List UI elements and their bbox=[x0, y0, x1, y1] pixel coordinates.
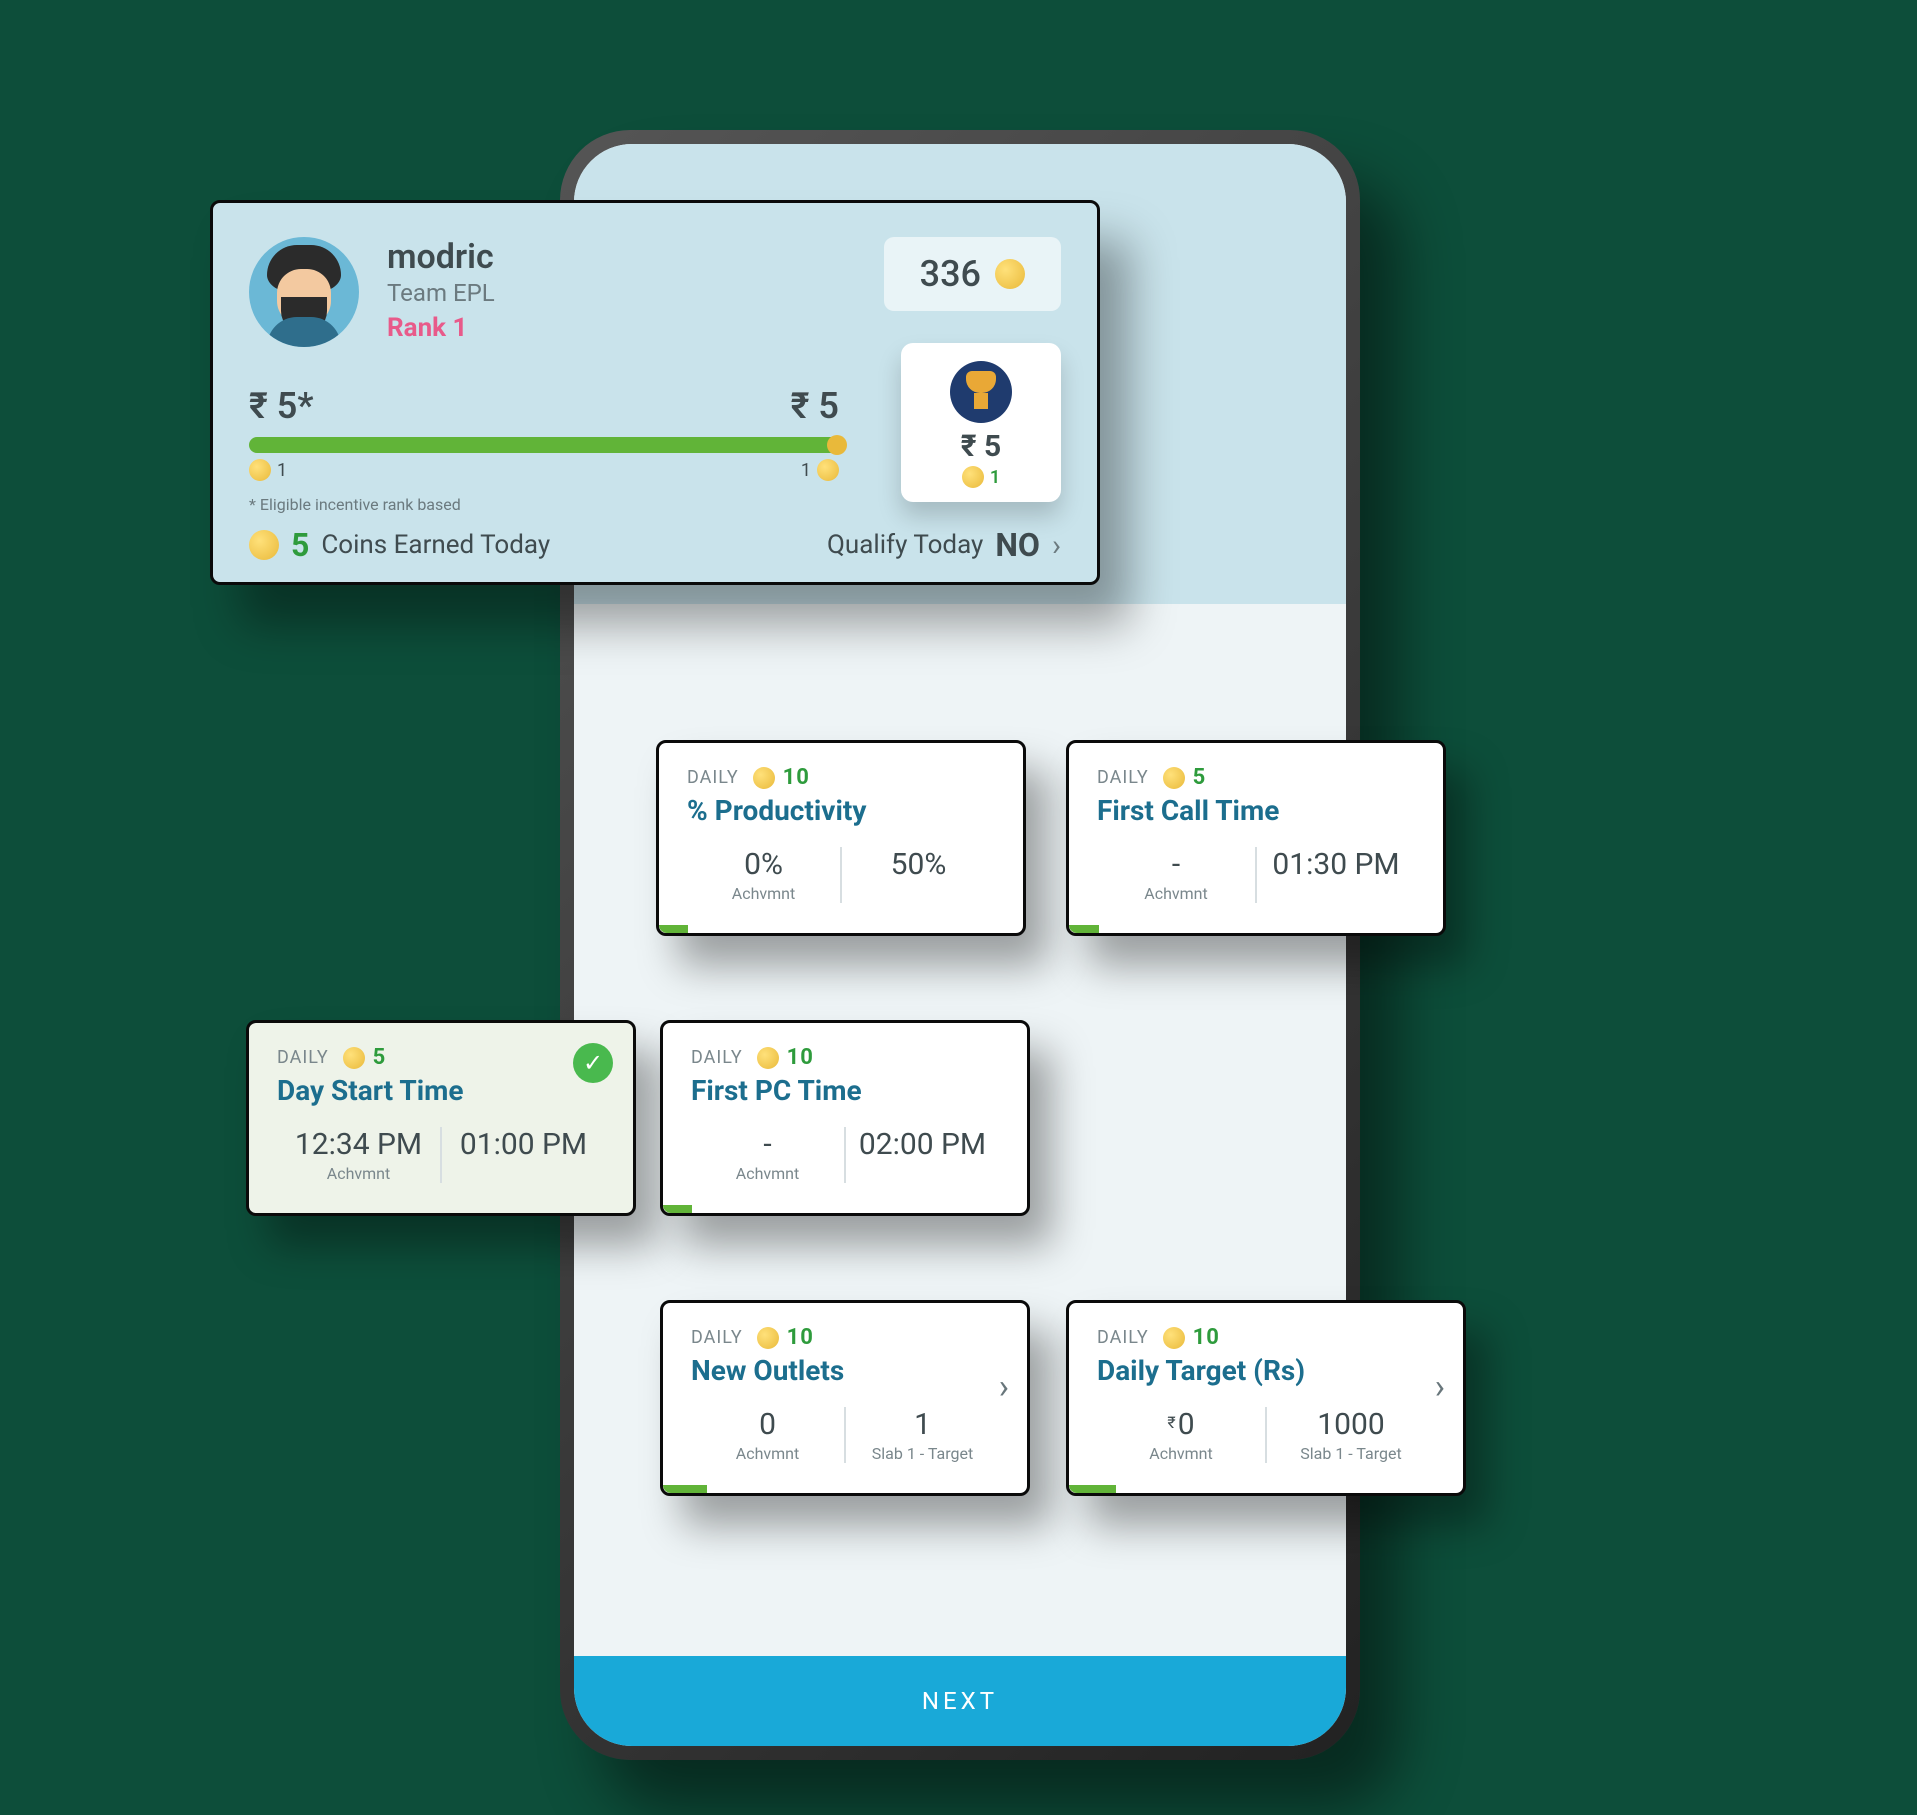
kpi-points: 10 bbox=[1193, 1325, 1220, 1350]
kpi-achvmnt-value: 0% bbox=[687, 847, 840, 882]
kpi-target-value: 02:00 PM bbox=[846, 1127, 999, 1162]
avatar bbox=[249, 237, 359, 347]
chevron-right-icon: › bbox=[1052, 528, 1061, 563]
user-name: modric bbox=[387, 237, 495, 277]
kpi-achvmnt-label: Achvmnt bbox=[1097, 1444, 1265, 1463]
kpi-achvmnt-value: ₹0 bbox=[1097, 1407, 1265, 1442]
kpi-frequency: DAILY bbox=[1097, 767, 1149, 788]
kpi-frequency: DAILY bbox=[691, 1327, 743, 1348]
qualify-today[interactable]: Qualify Today NO › bbox=[827, 526, 1061, 564]
kpi-frequency: DAILY bbox=[691, 1047, 743, 1068]
coin-icon bbox=[343, 1047, 365, 1069]
incentive-right: ₹ 5 bbox=[791, 385, 839, 427]
coins-earned-label: Coins Earned Today bbox=[321, 530, 550, 560]
kpi-progress bbox=[659, 925, 688, 933]
kpi-frequency: DAILY bbox=[1097, 1327, 1149, 1348]
coin-icon bbox=[962, 466, 984, 488]
kpi-target-value: 1 bbox=[846, 1407, 999, 1442]
bar-label-right: 1 bbox=[801, 460, 811, 481]
kpi-progress bbox=[663, 1485, 707, 1493]
summary-card: modric Team EPL Rank 1 336 ₹ 5 1 ₹ 5* ₹ … bbox=[210, 200, 1100, 585]
kpi-target-label: Slab 1 - Target bbox=[1267, 1444, 1435, 1463]
kpi-achvmnt-value: - bbox=[691, 1127, 844, 1162]
kpi-title: Day Start Time bbox=[277, 1074, 605, 1107]
coins-earned-value: 5 bbox=[291, 526, 309, 564]
incentive-left: ₹ 5* bbox=[249, 385, 314, 427]
kpi-progress bbox=[1069, 1485, 1116, 1493]
kpi-points: 5 bbox=[1193, 765, 1207, 790]
chevron-right-icon: › bbox=[999, 1367, 1009, 1407]
kpi-progress bbox=[663, 1205, 692, 1213]
kpi-first-pc-time[interactable]: DAILY 10 First PC Time - Achvmnt 02:00 PM bbox=[660, 1020, 1030, 1216]
trophy-card: ₹ 5 1 bbox=[901, 343, 1061, 502]
check-icon: ✓ bbox=[573, 1043, 613, 1083]
kpi-title: Daily Target (Rs) bbox=[1097, 1354, 1435, 1387]
coin-total-badge: 336 bbox=[884, 237, 1061, 311]
kpi-target-label: Slab 1 - Target bbox=[846, 1444, 999, 1463]
kpi-achvmnt-label: Achvmnt bbox=[277, 1164, 440, 1183]
kpi-frequency: DAILY bbox=[687, 767, 739, 788]
kpi-achvmnt-value: 0 bbox=[691, 1407, 844, 1442]
kpi-target-value: 01:00 PM bbox=[442, 1127, 605, 1162]
kpi-points: 5 bbox=[373, 1045, 387, 1070]
kpi-frequency: DAILY bbox=[277, 1047, 329, 1068]
incentive-progress-bar bbox=[249, 437, 839, 453]
kpi-progress bbox=[1069, 925, 1099, 933]
kpi-daily-target[interactable]: › DAILY 10 Daily Target (Rs) ₹0 Achvmnt 1… bbox=[1066, 1300, 1466, 1496]
coin-icon bbox=[249, 530, 279, 560]
bar-label-left: 1 bbox=[277, 460, 287, 481]
next-button[interactable]: NEXT bbox=[574, 1656, 1346, 1746]
kpi-achvmnt-label: Achvmnt bbox=[1097, 884, 1255, 903]
trophy-icon bbox=[950, 361, 1012, 423]
coin-icon bbox=[249, 459, 271, 481]
kpi-achvmnt-value: 12:34 PM bbox=[277, 1127, 440, 1162]
kpi-target-value: 01:30 PM bbox=[1257, 847, 1415, 882]
kpi-title: % Productivity bbox=[687, 794, 995, 827]
user-rank: Rank 1 bbox=[387, 313, 495, 343]
kpi-target-value: 1000 bbox=[1267, 1407, 1435, 1442]
kpi-achvmnt-label: Achvmnt bbox=[691, 1164, 844, 1183]
chevron-right-icon: › bbox=[1435, 1367, 1445, 1407]
kpi-achvmnt-value: - bbox=[1097, 847, 1255, 882]
user-team: Team EPL bbox=[387, 279, 495, 307]
coin-icon bbox=[1163, 1327, 1185, 1349]
kpi-points: 10 bbox=[787, 1325, 814, 1350]
coin-icon bbox=[817, 459, 839, 481]
kpi-points: 10 bbox=[787, 1045, 814, 1070]
kpi-new-outlets[interactable]: › DAILY 10 New Outlets 0 Achvmnt 1 Slab 1 … bbox=[660, 1300, 1030, 1496]
coin-icon bbox=[995, 259, 1025, 289]
coin-icon bbox=[757, 1047, 779, 1069]
kpi-achvmnt-label: Achvmnt bbox=[687, 884, 840, 903]
trophy-coins: 1 bbox=[990, 467, 1000, 488]
kpi-first-call-time[interactable]: DAILY 5 First Call Time - Achvmnt 01:30 P… bbox=[1066, 740, 1446, 936]
kpi-day-start-time[interactable]: ✓ DAILY 5 Day Start Time 12:34 PM Achvmnt… bbox=[246, 1020, 636, 1216]
kpi-title: New Outlets bbox=[691, 1354, 999, 1387]
coin-icon bbox=[1163, 767, 1185, 789]
qualify-label: Qualify Today bbox=[827, 530, 983, 560]
kpi-productivity[interactable]: DAILY 10 % Productivity 0% Achvmnt 50% bbox=[656, 740, 1026, 936]
coin-icon bbox=[753, 767, 775, 789]
kpi-points: 10 bbox=[783, 765, 810, 790]
coin-total-value: 336 bbox=[920, 253, 981, 295]
kpi-target-value: 50% bbox=[842, 847, 995, 882]
kpi-achvmnt-label: Achvmnt bbox=[691, 1444, 844, 1463]
kpi-title: First Call Time bbox=[1097, 794, 1415, 827]
kpi-title: First PC Time bbox=[691, 1074, 999, 1107]
qualify-value: NO bbox=[995, 526, 1040, 564]
coin-icon bbox=[757, 1327, 779, 1349]
trophy-amount: ₹ 5 bbox=[913, 429, 1049, 464]
